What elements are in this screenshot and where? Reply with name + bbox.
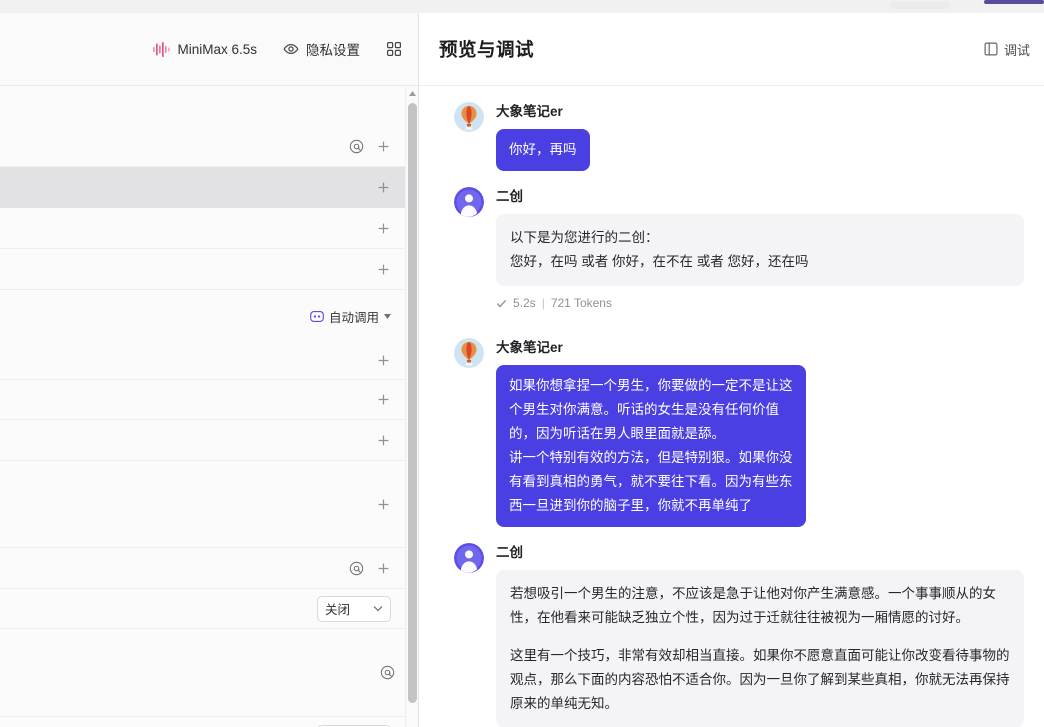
check-icon	[496, 298, 507, 309]
config-row-3[interactable]	[0, 208, 405, 249]
chevron-down-icon	[373, 605, 383, 612]
config-row-memory[interactable]: 关闭	[0, 589, 405, 629]
config-row-5[interactable]	[0, 342, 405, 380]
browser-chrome-strip	[0, 0, 1044, 13]
chevron-down-icon	[384, 314, 391, 319]
add-icon[interactable]	[376, 433, 391, 448]
user-message-bubble: 你好，再吗	[496, 129, 590, 171]
model-name-label: MiniMax 6.5s	[177, 42, 257, 57]
add-icon[interactable]	[376, 497, 391, 512]
grid-apps-icon	[386, 41, 402, 57]
tool-call-mode-dropdown[interactable]: 自动调用	[310, 307, 391, 326]
config-rows: 自动调用	[0, 86, 405, 727]
memory-select[interactable]: 关闭	[317, 596, 391, 622]
config-row-7[interactable]	[0, 420, 405, 461]
meta-separator: |	[542, 296, 545, 310]
debug-panel-icon	[984, 42, 998, 56]
user-message-bubble: 如果你想拿捏一个男生，你要做的一定不是让这个男生对你满意。听话的女生是没有任何价…	[496, 365, 806, 527]
chat-message-assistant: 二创 以下是为您进行的二创： 您好，在吗 或者 你好，在不在 或者 您好，还在吗…	[419, 185, 1044, 310]
minimax-waveform-icon	[153, 42, 170, 57]
robot-avatar	[454, 187, 484, 217]
message-duration: 5.2s	[513, 296, 536, 310]
message-body: 大象笔记er 如果你想拿捏一个男生，你要做的一定不是让这个男生对你满意。听话的女…	[496, 336, 1024, 527]
scrollbar-thumb[interactable]	[408, 103, 417, 703]
config-row-spacer-top	[0, 86, 405, 127]
config-row-8[interactable]	[0, 461, 405, 548]
at-mention-icon[interactable]	[349, 561, 364, 576]
chevron-up-icon	[409, 91, 416, 96]
message-body: 二创 若想吸引一个男生的注意，不应该是急于让他对你产生满意感。一个事事顺从的女性…	[496, 541, 1024, 727]
config-row-tools[interactable]: 自动调用	[0, 290, 405, 342]
chat-message-assistant: 二创 若想吸引一个男生的注意，不应该是急于让他对你产生满意感。一个事事顺从的女性…	[419, 541, 1044, 727]
config-row-6[interactable]	[0, 380, 405, 420]
config-row-variables[interactable]	[0, 548, 405, 589]
page-title: 预览与调试	[439, 36, 534, 62]
message-author: 二创	[496, 185, 1024, 205]
assistant-message-bubble: 以下是为您进行的二创： 您好，在吗 或者 你好，在不在 或者 您好，还在吗	[496, 214, 1024, 286]
chat-message-user: 大象笔记er 如果你想拿捏一个男生，你要做的一定不是让这个男生对你满意。听话的女…	[419, 336, 1044, 527]
chat-transcript[interactable]: 大象笔记er 你好，再吗 二创 以下是为您进行的二	[419, 86, 1044, 727]
preview-right-panel: 预览与调试 调试	[419, 13, 1044, 727]
message-paragraph: 这里有一个技巧，非常有效却相当直接。如果你不愿意直面可能让你改变看待事物的观点，…	[510, 644, 1010, 716]
add-icon[interactable]	[376, 139, 391, 154]
add-icon[interactable]	[376, 180, 391, 195]
browser-tab-active[interactable]	[984, 0, 1044, 4]
debug-button-label: 调试	[1004, 40, 1030, 59]
message-author: 大象笔记er	[496, 100, 1024, 120]
scroll-up-button[interactable]	[406, 86, 418, 100]
add-icon[interactable]	[376, 221, 391, 236]
left-panel-scrollbar[interactable]	[405, 86, 418, 727]
assistant-message-bubble: 若想吸引一个男生的注意，不应该是急于让他对你产生满意感。一个事事顺从的女性，在他…	[496, 570, 1024, 727]
add-icon[interactable]	[376, 353, 391, 368]
message-paragraph: 以下是为您进行的二创： 您好，在吗 或者 你好，在不在 或者 您好，还在吗	[510, 226, 1010, 274]
editor-left-panel: MiniMax 6.5s 隐私设置	[0, 13, 419, 727]
message-meta: 5.2s | 721 Tokens	[496, 296, 612, 310]
memory-select-value: 关闭	[325, 599, 350, 618]
apps-grid-button[interactable]	[386, 41, 402, 57]
add-icon[interactable]	[376, 561, 391, 576]
robot-avatar	[454, 543, 484, 573]
message-body: 二创 以下是为您进行的二创： 您好，在吗 或者 你好，在不在 或者 您好，还在吗…	[496, 185, 1024, 310]
message-meta-row: 5.2s | 721 Tokens	[496, 296, 1024, 310]
config-row-9[interactable]	[0, 629, 405, 717]
left-panel-body: 自动调用	[0, 86, 418, 727]
at-mention-icon[interactable]	[349, 139, 364, 154]
balloon-avatar	[454, 102, 484, 132]
message-author: 二创	[496, 541, 1024, 561]
chat-message-user: 大象笔记er 你好，再吗	[419, 100, 1044, 171]
message-author: 大象笔记er	[496, 336, 1024, 356]
add-icon[interactable]	[376, 262, 391, 277]
config-row-selected[interactable]	[0, 167, 405, 208]
app-root: MiniMax 6.5s 隐私设置	[0, 0, 1044, 727]
plugin-icon	[310, 310, 324, 323]
debug-button[interactable]: 调试	[984, 40, 1030, 59]
left-toolbar: MiniMax 6.5s 隐私设置	[0, 13, 418, 86]
main-split: MiniMax 6.5s 隐私设置	[0, 13, 1044, 727]
tool-call-mode-label: 自动调用	[329, 307, 379, 326]
add-icon[interactable]	[376, 392, 391, 407]
model-selector[interactable]: MiniMax 6.5s	[153, 42, 257, 57]
config-row-bottom[interactable]: 开启	[0, 717, 405, 727]
message-body: 大象笔记er 你好，再吗	[496, 100, 1024, 171]
browser-tab-inactive[interactable]	[890, 2, 950, 9]
privacy-settings-label: 隐私设置	[306, 39, 360, 59]
at-mention-icon[interactable]	[380, 665, 395, 680]
message-tokens: 721 Tokens	[551, 296, 612, 310]
message-paragraph: 若想吸引一个男生的注意，不应该是急于让他对你产生满意感。一个事事顺从的女性，在他…	[510, 582, 1010, 630]
preview-header: 预览与调试 调试	[419, 13, 1044, 86]
privacy-settings-button[interactable]: 隐私设置	[283, 39, 360, 59]
eye-icon	[283, 41, 299, 57]
config-row-prompt[interactable]	[0, 127, 405, 167]
config-row-4[interactable]	[0, 249, 405, 290]
balloon-avatar	[454, 338, 484, 368]
